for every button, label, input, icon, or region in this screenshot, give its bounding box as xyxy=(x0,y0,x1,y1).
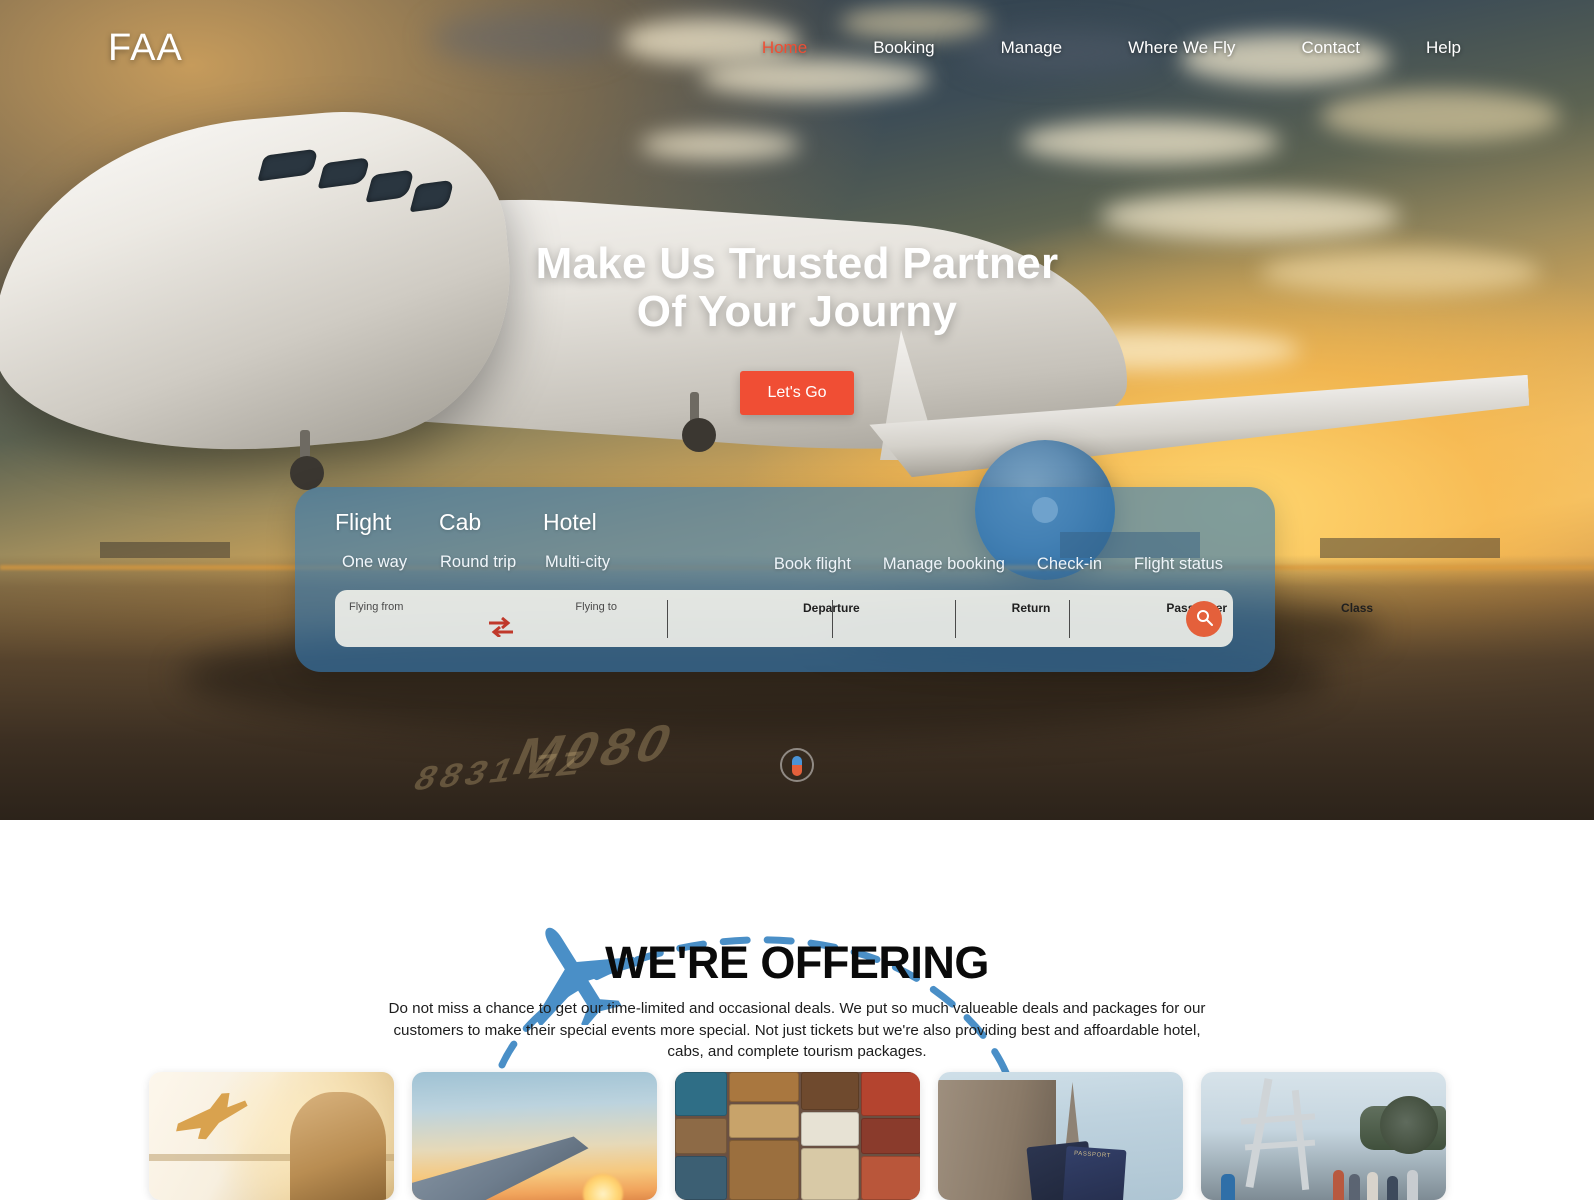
suitcase xyxy=(728,1140,799,1200)
flying-from-label: Flying from xyxy=(349,601,404,613)
propeller xyxy=(1379,1096,1438,1154)
cloud-decoration xyxy=(1100,192,1400,240)
booking-panel: Flight Cab Hotel One way Round trip Mult… xyxy=(295,487,1373,672)
sun-glow xyxy=(582,1174,623,1200)
landing-gear-wheel xyxy=(290,456,324,490)
suitcase xyxy=(800,1148,859,1200)
suitcase xyxy=(860,1156,920,1200)
service-link-check-in[interactable]: Check-in xyxy=(1021,555,1118,574)
card-image: PASSPORT xyxy=(937,1072,1183,1200)
suitcase xyxy=(800,1112,859,1146)
spire xyxy=(1065,1082,1080,1148)
suitcase xyxy=(728,1072,799,1102)
class-field[interactable]: Class xyxy=(1341,590,1373,647)
service-link-flight-status[interactable]: Flight status xyxy=(1118,555,1239,574)
passenger-figure xyxy=(1406,1170,1418,1200)
luggage-card[interactable] xyxy=(674,1072,920,1200)
nav-item-help[interactable]: Help xyxy=(1393,32,1494,64)
passenger-figure xyxy=(1366,1172,1378,1200)
card-image xyxy=(148,1072,394,1200)
suitcase xyxy=(674,1156,727,1200)
card-image xyxy=(674,1072,920,1200)
tab-flight[interactable]: Flight xyxy=(335,509,439,536)
service-links: Book flight Manage booking Check-in Flig… xyxy=(758,555,1239,574)
passenger-figure xyxy=(1348,1174,1360,1200)
nav-item-manage[interactable]: Manage xyxy=(968,32,1095,64)
tab-cab[interactable]: Cab xyxy=(439,509,543,536)
flying-to-field[interactable]: Flying to xyxy=(575,590,617,647)
swap-horizontal-icon[interactable] xyxy=(488,616,514,639)
scroll-down-indicator[interactable] xyxy=(780,748,814,782)
return-label: Return xyxy=(1011,601,1051,615)
search-icon xyxy=(1196,609,1213,629)
flying-to-label: Flying to xyxy=(575,601,617,613)
trip-type-one-way[interactable]: One way xyxy=(342,553,440,572)
hero-title: Make Us Trusted Partner Of Your Journy xyxy=(0,239,1594,337)
offering-cards: PASSPORT xyxy=(0,1072,1594,1200)
card-image xyxy=(1200,1072,1446,1200)
wing-sunset-card[interactable] xyxy=(411,1072,657,1200)
suitcase xyxy=(860,1118,920,1154)
hero-section: M080 8831 ZZ FAA Home Booking Manage Whe… xyxy=(0,0,1594,820)
passenger-figure xyxy=(1332,1170,1344,1200)
main-navigation: FAA Home Booking Manage Where We Fly Con… xyxy=(0,0,1594,96)
offering-section: WE'RE OFFERING Do not miss a chance to g… xyxy=(0,820,1594,1200)
trip-type-round-trip[interactable]: Round trip xyxy=(440,553,545,572)
booking-tabs: Flight Cab Hotel xyxy=(335,509,647,536)
passenger-figure xyxy=(1220,1174,1235,1200)
boarding-stairs xyxy=(1240,1113,1315,1125)
field-divider xyxy=(955,600,956,638)
airplane-wing-shape xyxy=(411,1136,589,1200)
cloud-decoration xyxy=(640,130,800,160)
suitcase xyxy=(674,1072,727,1116)
suitcase xyxy=(860,1072,920,1116)
nav-item-booking[interactable]: Booking xyxy=(840,32,967,64)
hero-title-line-1: Make Us Trusted Partner xyxy=(535,239,1059,288)
nav-item-home[interactable]: Home xyxy=(729,32,840,64)
offering-title: WE'RE OFFERING xyxy=(605,937,989,988)
landing-gear-wheel xyxy=(682,418,716,452)
class-label: Class xyxy=(1341,601,1374,615)
field-divider xyxy=(667,600,668,638)
offering-description: Do not miss a chance to get our time-lim… xyxy=(388,1000,1206,1061)
airport-departure-card[interactable] xyxy=(148,1072,394,1200)
search-button[interactable] xyxy=(1186,601,1222,637)
airplane-silhouette-icon xyxy=(167,1088,252,1147)
nav-item-where-we-fly[interactable]: Where We Fly xyxy=(1095,32,1268,64)
passport-card[interactable]: PASSPORT xyxy=(937,1072,1183,1200)
lets-go-button[interactable]: Let's Go xyxy=(740,370,854,415)
nav-item-contact[interactable]: Contact xyxy=(1268,32,1393,64)
return-field[interactable]: Return xyxy=(1012,590,1051,647)
traveler-figure xyxy=(289,1092,386,1200)
hero-title-line-2: Of Your Journy xyxy=(636,287,958,337)
field-divider xyxy=(832,600,833,638)
logo[interactable]: FAA xyxy=(108,27,183,70)
tab-hotel[interactable]: Hotel xyxy=(543,509,647,536)
service-link-book-flight[interactable]: Book flight xyxy=(758,555,867,574)
nav-links: Home Booking Manage Where We Fly Contact… xyxy=(729,32,1494,64)
hero-copy: Make Us Trusted Partner Of Your Journy L… xyxy=(0,239,1594,415)
cloud-decoration xyxy=(1320,90,1560,142)
flying-from-field[interactable]: Flying from xyxy=(349,590,403,647)
flight-search-bar: Flying from Flying to Departure Return xyxy=(335,590,1373,647)
card-image xyxy=(411,1072,657,1200)
trip-type-multi-city[interactable]: Multi-city xyxy=(545,553,643,572)
trip-type-options: One way Round trip Multi-city xyxy=(342,553,643,572)
boarding-stairs xyxy=(1245,1078,1272,1188)
cloud-decoration xyxy=(1020,120,1280,164)
service-link-manage-booking[interactable]: Manage booking xyxy=(867,555,1021,574)
suitcase xyxy=(800,1072,859,1110)
suitcase xyxy=(728,1104,799,1138)
field-divider xyxy=(1069,600,1070,638)
boarding-card[interactable] xyxy=(1200,1072,1446,1200)
suitcase xyxy=(674,1118,727,1154)
passenger-figure xyxy=(1386,1176,1398,1200)
